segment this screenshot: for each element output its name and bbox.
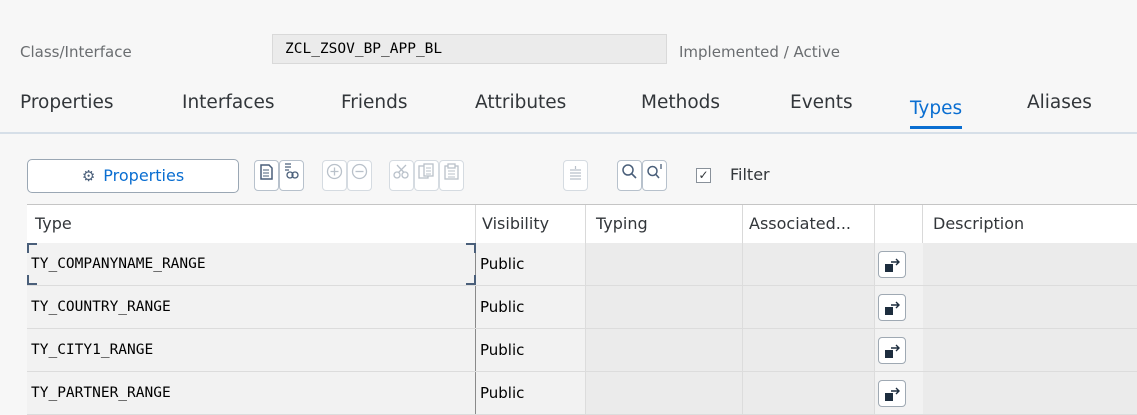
table-row[interactable]: TY_COMPANYNAME_RANGE Public	[27, 243, 1137, 286]
description-cell[interactable]	[923, 329, 1137, 371]
column-header-navigation[interactable]	[875, 205, 923, 243]
tab-friends[interactable]: Friends	[341, 92, 408, 113]
visibility-cell[interactable]: Public	[476, 286, 586, 328]
navigate-to-type-button[interactable]	[878, 294, 906, 321]
focus-corner-icon	[27, 275, 37, 285]
filter-label: Filter	[730, 165, 770, 184]
types-table: Type Visibility Typing Associated... Des…	[27, 204, 1137, 415]
focus-corner-icon	[466, 243, 476, 253]
delete-row-icon[interactable]	[347, 160, 372, 191]
type-cell[interactable]: TY_COUNTRY_RANGE	[27, 286, 476, 328]
associated-type-cell[interactable]	[743, 329, 875, 371]
tab-properties[interactable]: Properties	[20, 92, 114, 113]
find-next-icon[interactable]	[642, 160, 667, 191]
type-cell[interactable]: TY_CITY1_RANGE	[27, 329, 476, 371]
tab-strip: Properties Interfaces Friends Attributes…	[0, 84, 1137, 134]
tab-methods[interactable]: Methods	[641, 92, 720, 113]
filter-checkbox[interactable]: ✓	[696, 168, 711, 183]
paste-icon[interactable]	[439, 160, 464, 191]
document-icon[interactable]	[254, 160, 279, 191]
navigate-to-type-button[interactable]	[878, 337, 906, 364]
visibility-cell[interactable]: Public	[476, 243, 586, 285]
focus-corner-icon	[466, 275, 476, 285]
class-header: Class/Interface ZCL_ZSOV_BP_APP_BL Imple…	[0, 24, 1137, 84]
description-cell[interactable]	[923, 286, 1137, 328]
navigate-to-type-button[interactable]	[878, 251, 906, 278]
class-status-text: Implemented / Active	[679, 43, 840, 61]
type-cell[interactable]: TY_PARTNER_RANGE	[27, 372, 476, 414]
visibility-cell[interactable]: Public	[476, 329, 586, 371]
column-header-description[interactable]: Description	[923, 205, 1137, 243]
tab-interfaces[interactable]: Interfaces	[182, 92, 274, 113]
description-cell[interactable]	[923, 372, 1137, 414]
tab-events[interactable]: Events	[790, 92, 853, 113]
tab-aliases[interactable]: Aliases	[1027, 92, 1092, 113]
class-name-field[interactable]: ZCL_ZSOV_BP_APP_BL	[272, 34, 667, 64]
toolbar: ⚙ Properties ✓ Filter	[0, 156, 1137, 204]
typing-cell[interactable]	[586, 329, 743, 371]
navigate-arrow-icon	[885, 301, 900, 315]
navigate-to-type-button[interactable]	[878, 380, 906, 407]
focus-corner-icon	[27, 243, 37, 253]
where-used-icon[interactable]	[279, 160, 304, 191]
column-header-associated[interactable]: Associated...	[743, 205, 875, 243]
properties-icon: ⚙	[81, 167, 96, 185]
align-icon[interactable]	[563, 160, 588, 191]
column-header-visibility[interactable]: Visibility	[476, 205, 586, 243]
copy-icon[interactable]	[414, 160, 439, 191]
associated-type-cell[interactable]	[743, 286, 875, 328]
insert-row-icon[interactable]	[322, 160, 347, 191]
associated-type-cell[interactable]	[743, 243, 875, 285]
cut-icon[interactable]	[389, 160, 414, 191]
find-icon[interactable]	[617, 160, 642, 191]
properties-button[interactable]: ⚙ Properties	[27, 159, 239, 193]
typing-cell[interactable]	[586, 243, 743, 285]
typing-cell[interactable]	[586, 372, 743, 414]
navigate-arrow-icon	[885, 344, 900, 358]
description-cell[interactable]	[923, 243, 1137, 285]
navigate-arrow-icon	[885, 258, 900, 272]
table-header: Type Visibility Typing Associated... Des…	[27, 205, 1137, 244]
navigate-arrow-icon	[885, 387, 900, 401]
class-interface-label: Class/Interface	[20, 43, 132, 61]
column-header-type[interactable]: Type	[27, 205, 476, 243]
type-cell[interactable]: TY_COMPANYNAME_RANGE	[27, 243, 476, 285]
table-row[interactable]: TY_COUNTRY_RANGE Public	[27, 286, 1137, 329]
typing-cell[interactable]	[586, 286, 743, 328]
tab-attributes[interactable]: Attributes	[475, 92, 566, 113]
table-row[interactable]: TY_CITY1_RANGE Public	[27, 329, 1137, 372]
tab-types[interactable]: Types	[910, 98, 963, 129]
properties-button-label: Properties	[103, 166, 185, 185]
column-header-typing[interactable]: Typing	[586, 205, 743, 243]
visibility-cell[interactable]: Public	[476, 372, 586, 414]
associated-type-cell[interactable]	[743, 372, 875, 414]
table-row[interactable]: TY_PARTNER_RANGE Public	[27, 372, 1137, 415]
